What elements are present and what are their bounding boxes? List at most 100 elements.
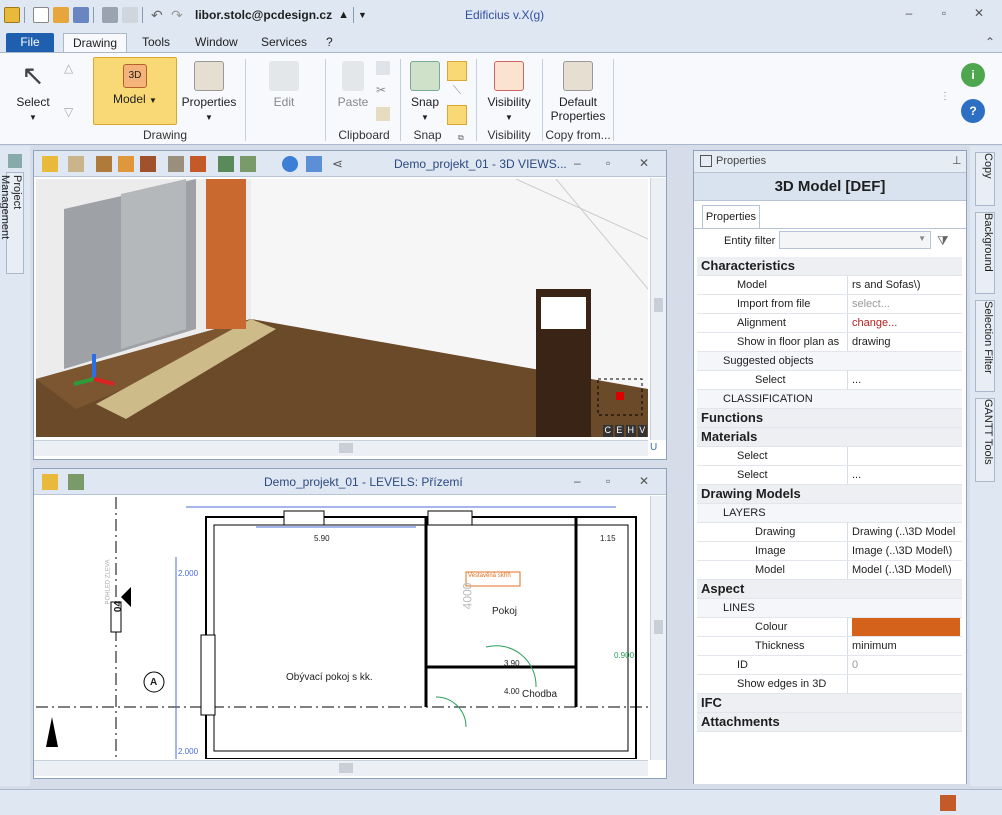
section-icon[interactable] bbox=[140, 156, 156, 172]
3d-model-button[interactable]: 3D 3D Model ▼ bbox=[93, 57, 177, 125]
globe-icon[interactable] bbox=[282, 156, 298, 172]
property-row[interactable]: Drawing Models bbox=[697, 485, 962, 504]
tab-file[interactable]: File bbox=[6, 33, 54, 52]
paste-button[interactable]: Paste bbox=[333, 61, 373, 109]
property-value[interactable] bbox=[852, 447, 960, 465]
edit-button[interactable]: Edit bbox=[260, 61, 308, 109]
property-row[interactable]: Image Image (..\3D Model\) bbox=[697, 542, 962, 561]
property-value[interactable]: minimum bbox=[852, 637, 960, 655]
property-row[interactable]: Characteristics bbox=[697, 257, 962, 276]
visibility-button[interactable]: Visibility ▼ bbox=[481, 61, 537, 125]
new-icon[interactable] bbox=[33, 7, 49, 23]
property-value[interactable]: ... bbox=[852, 371, 960, 389]
property-row[interactable]: Alignment change... bbox=[697, 314, 962, 333]
tab-background[interactable]: Background bbox=[975, 212, 995, 294]
people-icon[interactable] bbox=[218, 156, 234, 172]
status-icon[interactable] bbox=[940, 795, 956, 811]
property-row[interactable]: Aspect bbox=[697, 580, 962, 599]
property-row[interactable]: Suggested objects bbox=[697, 352, 962, 371]
property-row[interactable]: Model rs and Sofas\) bbox=[697, 276, 962, 295]
tag-label[interactable]: Vestavěná skříň bbox=[468, 573, 511, 579]
default-properties-button[interactable]: Default Properties bbox=[548, 61, 608, 123]
view-2d-hscroll[interactable] bbox=[34, 760, 648, 776]
qat-dropdown-icon[interactable]: ▼ bbox=[358, 10, 367, 20]
property-row[interactable]: LINES bbox=[697, 599, 962, 618]
property-row[interactable]: Drawing Drawing (..\3D Model bbox=[697, 523, 962, 542]
view-3d-hscroll[interactable] bbox=[34, 440, 648, 456]
pin-icon[interactable]: ⊥ bbox=[952, 154, 962, 167]
tab-tools[interactable]: Tools bbox=[133, 33, 179, 52]
property-value[interactable]: Image (..\3D Model\) bbox=[852, 542, 960, 560]
property-value[interactable]: Drawing (..\3D Model bbox=[852, 523, 960, 541]
tab-help[interactable]: ? bbox=[317, 33, 342, 52]
property-value[interactable]: change... bbox=[852, 314, 960, 332]
view-3d-maximize[interactable]: ▫ bbox=[606, 156, 610, 170]
axis-label[interactable]: A bbox=[150, 677, 157, 688]
property-value[interactable]: ... bbox=[852, 466, 960, 484]
layers-icon[interactable] bbox=[68, 474, 84, 490]
property-row[interactable]: Show edges in 3D bbox=[697, 675, 962, 694]
room-chodba[interactable]: Chodba bbox=[522, 689, 557, 700]
nav-label-h[interactable]: H bbox=[626, 425, 636, 437]
view-menu-icon[interactable] bbox=[42, 474, 58, 490]
nav-cube-labels[interactable]: C E H V bbox=[602, 425, 648, 437]
property-value[interactable]: select... bbox=[852, 295, 960, 313]
property-row[interactable]: Colour bbox=[697, 618, 962, 637]
snap-grid-icon[interactable] bbox=[447, 105, 467, 125]
walk-icon[interactable] bbox=[306, 156, 322, 172]
property-row[interactable]: Import from file select... bbox=[697, 295, 962, 314]
tab-selection-filter[interactable]: Selection Filter bbox=[975, 300, 995, 392]
info-icon[interactable]: i bbox=[961, 63, 985, 87]
tab-properties[interactable]: Properties bbox=[702, 205, 760, 229]
property-row[interactable]: Select... bbox=[697, 371, 962, 390]
redo-icon[interactable]: ↷ bbox=[171, 7, 187, 23]
property-row[interactable]: Select... bbox=[697, 466, 962, 485]
tab-services[interactable]: Services bbox=[252, 33, 316, 52]
properties-button[interactable]: Properties ▼ bbox=[180, 61, 238, 125]
section-label[interactable]: 04 bbox=[113, 601, 124, 612]
view-3d-close[interactable]: ✕ bbox=[639, 156, 649, 170]
collapse-ribbon-icon[interactable]: ⌃ bbox=[976, 33, 1002, 52]
tab-gantt-tools[interactable]: GANTT Tools bbox=[975, 398, 995, 482]
cursor-icon[interactable] bbox=[122, 7, 138, 23]
tab-drawing[interactable]: Drawing bbox=[63, 33, 128, 52]
property-value[interactable]: Model (..\3D Model\) bbox=[852, 561, 960, 579]
frame-icon[interactable] bbox=[168, 156, 184, 172]
snap-ortho-icon[interactable] bbox=[447, 61, 467, 81]
scroll-up-icon[interactable]: △ bbox=[64, 61, 73, 75]
texture-icon[interactable] bbox=[96, 156, 112, 172]
property-value[interactable]: drawing bbox=[852, 333, 960, 351]
property-row[interactable]: Materials bbox=[697, 428, 962, 447]
view-2d-minimize[interactable]: – bbox=[574, 474, 581, 488]
filter-icon[interactable]: ⧩ bbox=[937, 233, 949, 249]
render-icon[interactable] bbox=[118, 156, 134, 172]
snap-button[interactable]: Snap ▼ bbox=[405, 61, 445, 125]
copy-icon[interactable] bbox=[376, 61, 390, 75]
layers-icon[interactable] bbox=[240, 156, 256, 172]
maximize-button[interactable]: ▫ bbox=[937, 6, 951, 20]
property-value[interactable] bbox=[852, 618, 960, 636]
property-value[interactable]: 0 bbox=[852, 656, 960, 674]
property-row[interactable]: Select bbox=[697, 447, 962, 466]
property-row[interactable]: ID 0 bbox=[697, 656, 962, 675]
property-row[interactable]: IFC bbox=[697, 694, 962, 713]
cut-icon[interactable]: ✂ bbox=[376, 83, 386, 97]
view-2d-maximize[interactable]: ▫ bbox=[606, 474, 610, 488]
property-row[interactable]: Show in floor plan as drawing bbox=[697, 333, 962, 352]
entity-filter-select[interactable]: ▼ bbox=[779, 231, 931, 249]
close-button[interactable]: ✕ bbox=[972, 6, 986, 20]
view-2d-vscroll[interactable] bbox=[650, 496, 666, 760]
minimize-button[interactable]: – bbox=[902, 6, 916, 20]
scroll-down-icon[interactable]: ▽ bbox=[64, 105, 73, 119]
scroll-corner-label[interactable]: U bbox=[650, 442, 657, 453]
property-row[interactable]: Attachments bbox=[697, 713, 962, 732]
view-3d-vscroll[interactable] bbox=[650, 178, 666, 440]
nav-label-v[interactable]: V bbox=[637, 425, 647, 437]
tab-window[interactable]: Window bbox=[186, 33, 247, 52]
property-value[interactable]: rs and Sofas\) bbox=[852, 276, 960, 294]
floor-plan[interactable] bbox=[36, 497, 648, 759]
snap-options-icon[interactable]: ⧉ bbox=[458, 133, 464, 143]
nav-label-c[interactable]: C bbox=[603, 425, 613, 437]
view-2d-close[interactable]: ✕ bbox=[639, 474, 649, 488]
walls-icon[interactable] bbox=[190, 156, 206, 172]
